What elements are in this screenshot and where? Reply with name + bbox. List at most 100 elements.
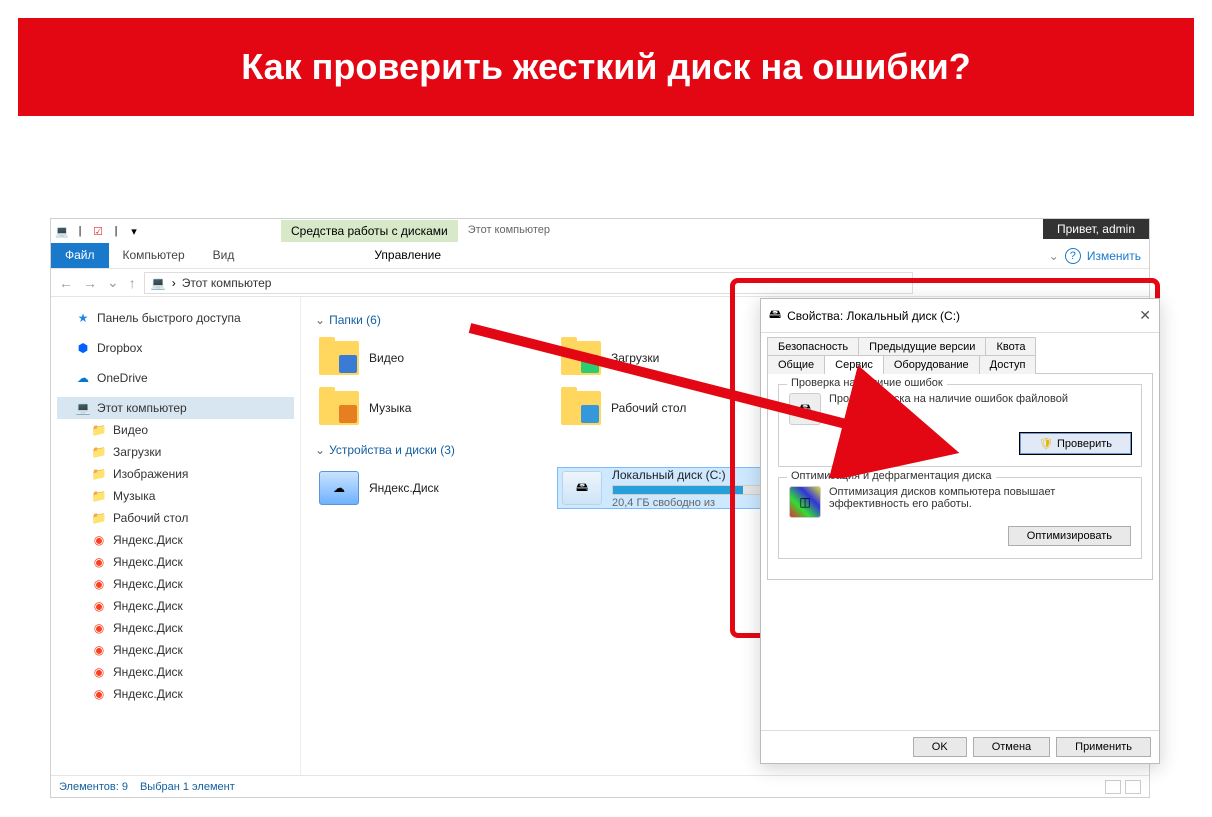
up-button[interactable]: ↑ <box>127 275 138 291</box>
ok-button[interactable]: OK <box>913 737 967 757</box>
nav-yandex-disk[interactable]: ◉Яндекс.Диск <box>57 529 294 551</box>
tab-previous-versions[interactable]: Предыдущие версии <box>858 337 986 356</box>
chevron-right-icon: › <box>172 276 176 290</box>
nav-folder-Изображения[interactable]: 📁Изображения <box>57 463 294 485</box>
tab-general[interactable]: Общие <box>767 355 825 374</box>
folder-icon <box>319 341 359 375</box>
view-details-icon[interactable] <box>1105 780 1121 794</box>
folder-icon: 📁 <box>91 466 107 482</box>
dialog-button-row: OK Отмена Применить <box>761 730 1159 763</box>
hello-admin-badge: Привет, admin <box>1043 219 1149 239</box>
error-check-desc: Проверка диска на наличие ошибок файлово… <box>829 393 1068 405</box>
hdd-icon: 🖴 <box>562 471 602 505</box>
view-tiles-icon[interactable] <box>1125 780 1141 794</box>
nav-this-pc[interactable]: 💻Этот компьютер <box>57 397 294 419</box>
folder-icon: 📁 <box>91 488 107 504</box>
yandex-disk-icon: ◉ <box>91 686 107 702</box>
error-check-legend: Проверка на наличие ошибок <box>787 377 947 389</box>
folder-icon: 📁 <box>91 510 107 526</box>
nav-yandex-disk[interactable]: ◉Яндекс.Диск <box>57 683 294 705</box>
properties-dialog: 🖴 Свойства: Локальный диск (C:) ✕ Безопа… <box>760 298 1160 764</box>
ribbon-tab-computer[interactable]: Компьютер <box>109 243 199 268</box>
tab-service[interactable]: Сервис <box>824 355 884 374</box>
folder-icon <box>561 341 601 375</box>
folder-item[interactable]: Видео <box>315 337 545 379</box>
nav-yandex-disk[interactable]: ◉Яндекс.Диск <box>57 661 294 683</box>
help-icon[interactable]: ? <box>1065 248 1081 264</box>
yandex-disk-icon: ◉ <box>91 642 107 658</box>
window-title: Этот компьютер <box>458 220 560 242</box>
folder-icon <box>561 391 601 425</box>
nav-quick-access[interactable]: ★Панель быстрого доступа <box>57 307 294 329</box>
ribbon-collapse-icon[interactable]: ⌄ <box>1049 249 1059 263</box>
item-yandex-disk-cloud[interactable]: ☁ Яндекс.Диск <box>315 467 545 509</box>
drive-icon: 🖴 <box>769 305 781 326</box>
optimize-legend: Оптимизация и дефрагментация диска <box>787 470 996 482</box>
pc-icon: 💻 <box>75 400 91 416</box>
star-icon: ★ <box>75 310 91 326</box>
dialog-tabs: Безопасность Предыдущие версии Квота Общ… <box>761 333 1159 373</box>
qat-check-icon[interactable]: ☑ <box>91 224 105 238</box>
pc-icon: 💻 <box>55 224 69 238</box>
yandex-disk-icon: ◉ <box>91 532 107 548</box>
close-button[interactable]: ✕ <box>1139 307 1151 324</box>
status-item-count: Элементов: 9 <box>59 781 128 793</box>
dialog-title-bar: 🖴 Свойства: Локальный диск (C:) ✕ <box>761 299 1159 333</box>
nav-folder-Загрузки[interactable]: 📁Загрузки <box>57 441 294 463</box>
navigation-pane: ★Панель быстрого доступа ⬢Dropbox ☁OneDr… <box>51 297 301 775</box>
chevron-down-icon: ⌄ <box>315 313 325 327</box>
yandex-disk-icon: ◉ <box>91 664 107 680</box>
status-selected: Выбран 1 элемент <box>140 781 235 793</box>
tab-hardware[interactable]: Оборудование <box>883 355 980 374</box>
nav-yandex-disk[interactable]: ◉Яндекс.Диск <box>57 639 294 661</box>
tab-security[interactable]: Безопасность <box>767 337 859 356</box>
onedrive-icon: ☁ <box>75 370 91 386</box>
yandex-disk-icon: ◉ <box>91 554 107 570</box>
qat-dropdown-icon[interactable]: ▾ <box>127 224 141 238</box>
check-button[interactable]: 🛡Проверить <box>1020 433 1131 454</box>
optimize-desc: Оптимизация дисков компьютера повышает э… <box>829 486 1131 510</box>
folder-item[interactable]: Музыка <box>315 387 545 429</box>
ribbon-tab-manage[interactable]: Управление <box>360 243 455 268</box>
tab-sharing[interactable]: Доступ <box>979 355 1037 374</box>
ribbon-tab-view[interactable]: Вид <box>199 243 249 268</box>
title-bar: 💻 | ☑ | ▾ Средства работы с дисками Этот… <box>51 219 1149 243</box>
yandex-disk-icon: ◉ <box>91 576 107 592</box>
error-check-group: Проверка на наличие ошибок 🖴 Проверка ди… <box>778 384 1142 467</box>
yandex-disk-icon: ◉ <box>91 620 107 636</box>
nav-yandex-disk[interactable]: ◉Яндекс.Диск <box>57 573 294 595</box>
ribbon-file-tab[interactable]: Файл <box>51 243 109 268</box>
dialog-body: Проверка на наличие ошибок 🖴 Проверка ди… <box>767 373 1153 580</box>
optimize-group: Оптимизация и дефрагментация диска ◫ Опт… <box>778 477 1142 559</box>
back-button[interactable]: ← <box>57 275 75 291</box>
cloud-drive-icon: ☁ <box>319 471 359 505</box>
breadcrumb[interactable]: Этот компьютер <box>182 276 272 290</box>
defrag-icon: ◫ <box>789 486 821 518</box>
dropbox-icon: ⬢ <box>75 340 91 356</box>
history-dropdown-icon[interactable]: ⌄ <box>105 274 121 291</box>
nav-yandex-disk[interactable]: ◉Яндекс.Диск <box>57 551 294 573</box>
nav-dropbox[interactable]: ⬢Dropbox <box>57 337 294 359</box>
nav-folder-Видео[interactable]: 📁Видео <box>57 419 294 441</box>
yandex-disk-icon: ◉ <box>91 598 107 614</box>
folder-icon: 📁 <box>91 422 107 438</box>
change-link[interactable]: Изменить <box>1087 249 1141 263</box>
optimize-button[interactable]: Оптимизировать <box>1008 526 1131 546</box>
tab-quota[interactable]: Квота <box>985 337 1036 356</box>
apply-button[interactable]: Применить <box>1056 737 1151 757</box>
qat-divider: | <box>73 224 87 238</box>
nav-onedrive[interactable]: ☁OneDrive <box>57 367 294 389</box>
forward-button[interactable]: → <box>81 275 99 291</box>
nav-folder-Музыка[interactable]: 📁Музыка <box>57 485 294 507</box>
pc-icon: 💻 <box>151 276 166 290</box>
check-disk-icon: 🖴 <box>789 393 821 425</box>
folder-icon: 📁 <box>91 444 107 460</box>
nav-folder-Рабочий стол[interactable]: 📁Рабочий стол <box>57 507 294 529</box>
status-bar: Элементов: 9 Выбран 1 элемент <box>51 775 1149 797</box>
cancel-button[interactable]: Отмена <box>973 737 1050 757</box>
nav-yandex-disk[interactable]: ◉Яндекс.Диск <box>57 595 294 617</box>
contextual-tab-drive-tools[interactable]: Средства работы с дисками <box>281 220 458 242</box>
nav-yandex-disk[interactable]: ◉Яндекс.Диск <box>57 617 294 639</box>
shield-icon: 🛡 <box>1039 438 1053 450</box>
dialog-title: Свойства: Локальный диск (C:) <box>787 309 960 323</box>
